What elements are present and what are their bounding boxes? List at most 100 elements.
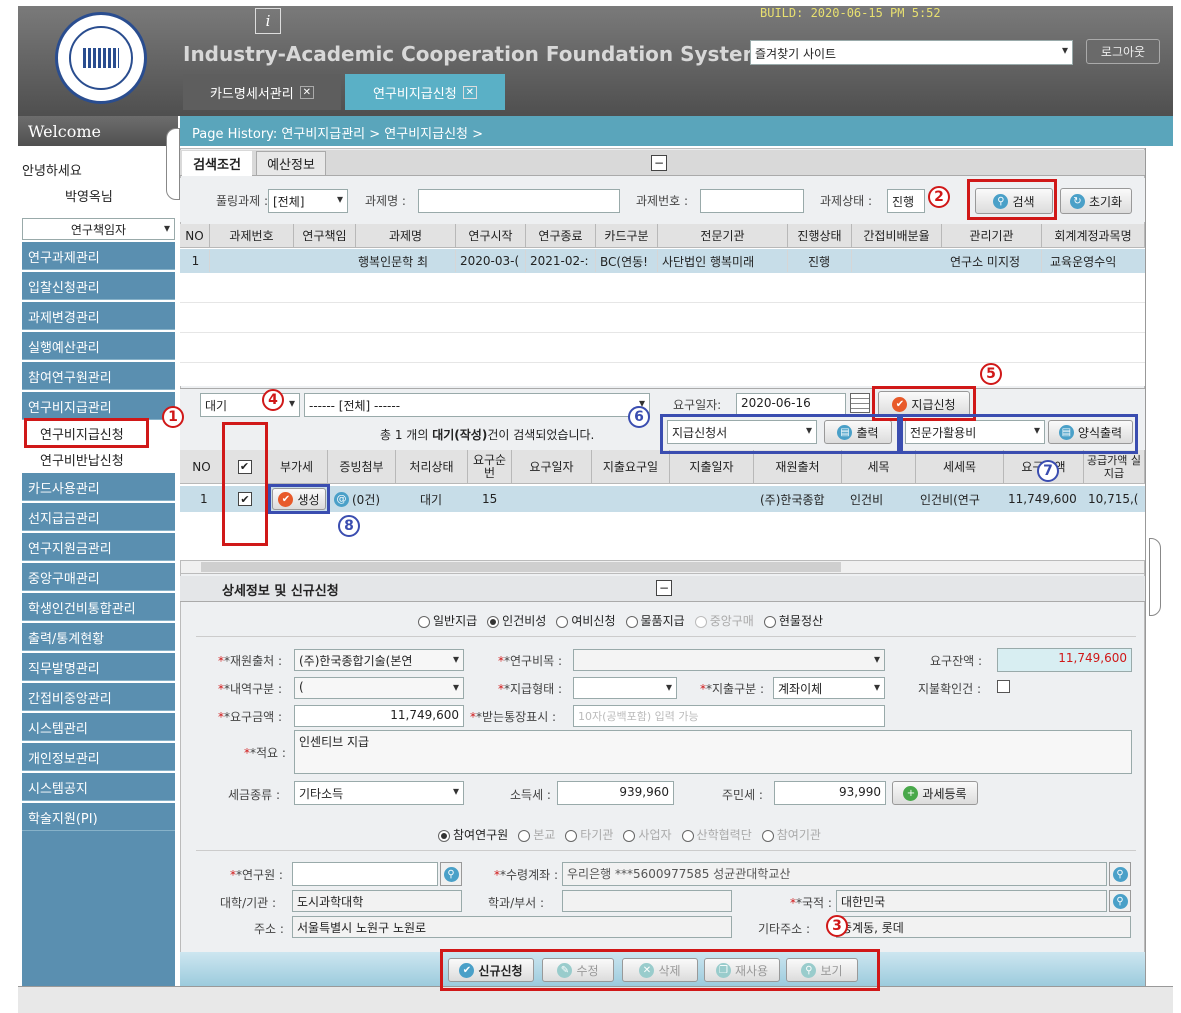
table-grid-lines (180, 273, 1145, 383)
radio-labor[interactable]: 인건비성 (487, 612, 546, 629)
search-icon[interactable]: ⚲ (440, 862, 462, 886)
radio-travel[interactable]: 여비신청 (556, 612, 616, 629)
sidebar-item-student-labor[interactable]: 학생인건비통합관리 (22, 593, 175, 621)
sidebar-item-card[interactable]: 카드사용관리 (22, 473, 175, 501)
tax-register-button[interactable]: + 과세등록 (892, 781, 978, 805)
search-icon[interactable]: ⚲ (1109, 862, 1131, 886)
org-input: 도시과학대학 (292, 890, 462, 912)
researcher-label: **연구원 : (230, 868, 283, 882)
researcher-input[interactable] (292, 862, 438, 886)
search-icon[interactable]: ⚲ (1109, 890, 1131, 912)
col-agency: 전문기관 (658, 224, 788, 248)
col-indirect-rate: 간접비배분율 (852, 224, 942, 248)
pay-form-label: **지급형태 : (498, 682, 563, 696)
research-item-select[interactable] (573, 649, 885, 671)
radio-partner[interactable]: 참여기관 (761, 826, 821, 843)
sidebar-item-system[interactable]: 시스템관리 (22, 713, 175, 741)
sidebar-item-support[interactable]: 연구지원금관리 (22, 533, 175, 561)
summary-textarea[interactable]: 인센티브 지급 (294, 730, 1132, 774)
sidebar-item-bid[interactable]: 입찰신청관리 (22, 272, 175, 300)
tab-budget-info[interactable]: 예산정보 (256, 151, 326, 176)
university-logo (55, 12, 147, 104)
pcell-status: 대기 (420, 492, 443, 507)
request-amount-label: **요구금액 : (218, 710, 283, 724)
annotation-sidebar-payment (24, 418, 149, 448)
info-icon[interactable]: i (255, 8, 281, 34)
other-address-label: 기타주소 : (758, 922, 811, 936)
radio-school[interactable]: 본교 (518, 826, 555, 843)
account-display-input[interactable]: 10자(공백포함) 입력 가능 (573, 705, 885, 727)
pcell-attach[interactable]: @ (0건) (334, 488, 396, 510)
address-label: 주소 : (254, 922, 284, 936)
sidebar-item-budget[interactable]: 실행예산관리 (22, 332, 175, 360)
account-display-label: **받는통장표시 : (470, 710, 557, 724)
annotation-marker-5: 5 (980, 363, 1002, 385)
sidebar-item-indirect[interactable]: 간접비중앙관리 (22, 683, 175, 711)
sidebar-item-invention[interactable]: 직무발명관리 (22, 653, 175, 681)
category-select[interactable]: ( (294, 677, 464, 699)
close-icon[interactable]: ✕ (299, 85, 315, 99)
calendar-icon[interactable] (850, 393, 870, 413)
sidebar-item-academic[interactable]: 학술지원(PI) (22, 803, 175, 831)
role-select[interactable]: 연구책임자 (22, 218, 175, 240)
radio-participant[interactable]: 참여연구원 (438, 826, 508, 843)
pooling-select[interactable]: [전체] (268, 189, 348, 213)
sidebar-collapse-handle[interactable] (166, 128, 180, 200)
sidebar-item-central-purchase[interactable]: 중앙구매관리 (22, 563, 175, 591)
payment-category-select[interactable]: ------ [전체] ------ (304, 393, 650, 417)
payment-check-checkbox[interactable] (997, 680, 1010, 693)
request-date-input[interactable]: 2020-06-16 (736, 393, 846, 415)
sidebar-subitem-return[interactable]: 연구비반납신청 (22, 446, 175, 472)
logout-button[interactable]: 로그아웃 (1086, 39, 1160, 64)
pcol-expense-req: 지출요구일 (592, 450, 670, 484)
project-name-input[interactable] (418, 189, 620, 213)
annotation-marker-4: 4 (262, 389, 284, 411)
radio-central[interactable]: 중앙구매 (694, 612, 754, 629)
request-date-label: 요구일자: (673, 398, 722, 412)
collapse-icon[interactable]: − (651, 155, 667, 171)
sidebar-item-change[interactable]: 과제변경관리 (22, 302, 175, 330)
sidebar-item-advance[interactable]: 선지급금관리 (22, 503, 175, 531)
sidebar-item-notice[interactable]: 시스템공지 (22, 773, 175, 801)
status-select[interactable]: 진행 (887, 189, 925, 213)
radio-business[interactable]: 사업자 (623, 826, 672, 843)
income-tax-input[interactable]: 939,960 (557, 781, 674, 805)
expense-type-select[interactable]: 계좌이체 (773, 677, 885, 699)
resident-tax-input[interactable]: 93,990 (774, 781, 886, 805)
cell-progress: 진행 (808, 250, 852, 272)
close-icon[interactable]: ✕ (462, 85, 478, 99)
sidebar-item-project-mgmt[interactable]: 연구과제관리 (22, 242, 175, 270)
col-end: 연구종료 (526, 224, 596, 248)
annotation-marker-8: 8 (338, 515, 360, 537)
account-input[interactable]: 우리은행 ***5600977585 성균관대학교산 (562, 862, 1107, 886)
build-info: BUILD: 2020-06-15 PM 5:52 (760, 6, 941, 20)
reset-button[interactable]: ↻ 초기화 (1060, 188, 1132, 214)
horizontal-scrollbar[interactable] (180, 560, 1145, 574)
request-amount-input[interactable]: 11,749,600 (294, 705, 464, 727)
fund-source-label: **재원출처 : (218, 654, 283, 668)
tax-type-select[interactable]: 기타소득 (294, 781, 464, 805)
sidebar-item-personal[interactable]: 개인정보관리 (22, 743, 175, 771)
sidebar-item-payment-mgmt[interactable]: 연구비지급관리 (22, 392, 175, 420)
sidebar-item-output-stats[interactable]: 출력/통계현황 (22, 623, 175, 651)
radio-other-org[interactable]: 타기관 (565, 826, 613, 843)
radio-inkind[interactable]: 현물정산 (763, 612, 823, 629)
dept-input (562, 890, 732, 912)
radio-goods[interactable]: 물품지급 (625, 612, 685, 629)
collapse-icon[interactable]: − (656, 580, 672, 596)
scroll-thumb[interactable] (201, 562, 841, 572)
annotation-marker-3: 3 (826, 915, 848, 937)
project-no-input[interactable] (700, 189, 804, 213)
radio-general[interactable]: 일반지급 (418, 612, 477, 629)
payment-status-select[interactable]: 대기 (200, 393, 300, 417)
favorites-select[interactable]: 즐겨찾기 사이트 (750, 40, 1073, 65)
tab-search-condition[interactable]: 검색조건 (182, 151, 252, 176)
right-collapse-handle[interactable] (1149, 538, 1161, 616)
pay-form-select[interactable] (573, 677, 677, 699)
tab-card-statement[interactable]: 카드명세서관리 ✕ (183, 74, 341, 110)
fund-source-select[interactable]: (주)한국종합기술(본연 (294, 649, 464, 671)
sidebar-item-researcher[interactable]: 참여연구원관리 (22, 362, 175, 390)
tab-research-payment[interactable]: 연구비지급신청 ✕ (345, 74, 505, 110)
annotation-create-button (268, 484, 330, 514)
radio-foundation[interactable]: 산학협력단 (681, 826, 752, 843)
